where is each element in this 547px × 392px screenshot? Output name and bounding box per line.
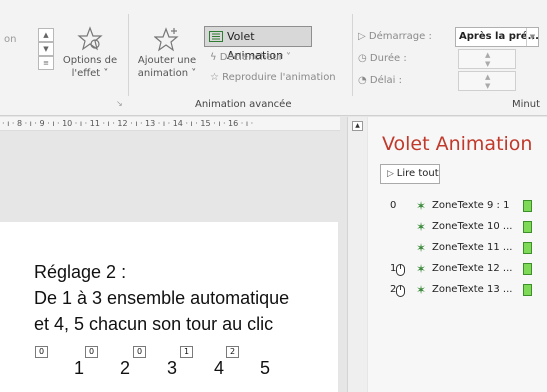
gallery-scroll-down[interactable]: ▼ — [38, 42, 54, 56]
spin-up-icon: ▲ — [485, 73, 491, 81]
start-label: ▷ Démarrage : — [358, 31, 432, 42]
spin-down-icon: ▼ — [485, 82, 491, 90]
slide-text-line[interactable]: De 1 à 3 ensemble automatique — [34, 288, 289, 309]
duration-input[interactable]: ▲ ▼ — [458, 49, 516, 69]
effect-options-label2: l'effet ˅ — [71, 68, 109, 79]
advanced-animation-group-label: Animation avancée — [195, 99, 292, 110]
slide-number-text[interactable]: 2 — [120, 358, 130, 379]
entrance-effect-icon: ✶ — [416, 220, 427, 234]
slide-text-line[interactable]: Réglage 2 : — [34, 262, 126, 283]
trigger-label: Déclencheur ˅ — [219, 52, 292, 63]
entrance-effect-icon: ✶ — [416, 199, 427, 213]
animations-ribbon: on ▲ ▼ ≡ Options de l'effet ˅ ↘ Ajouter … — [0, 0, 547, 116]
add-animation-button[interactable]: Ajouter une animation ˅ — [134, 26, 200, 80]
animation-item-label: ZoneTexte 11 ... — [432, 242, 513, 253]
animation-item-label: ZoneTexte 9 : 1 — [432, 200, 510, 211]
animation-index: 0 — [390, 200, 397, 211]
play-all-button[interactable]: ▷ Lire tout — [380, 164, 440, 184]
start-dropdown[interactable]: Après la pré... ▼ — [455, 27, 539, 47]
timeline-bar[interactable] — [523, 284, 532, 296]
animation-list-item[interactable]: ✶ ZoneTexte 10 ... — [368, 218, 547, 238]
slide[interactable]: Réglage 2 : De 1 à 3 ensemble automatiqu… — [0, 222, 338, 392]
slide-number-text[interactable]: 4 — [214, 358, 224, 379]
gallery-cut-label: on — [4, 34, 17, 45]
spin-up-icon: ▲ — [485, 51, 491, 59]
gallery-more[interactable]: ≡ — [38, 56, 54, 70]
animation-order-tag[interactable]: 2 — [226, 346, 239, 358]
animation-order-tag[interactable]: 1 — [180, 346, 193, 358]
animation-list-item[interactable]: ✶ ZoneTexte 11 ... — [368, 239, 547, 259]
slide-text-line[interactable]: et 4, 5 chacun son tour au clic — [34, 314, 273, 335]
mouse-click-icon — [396, 285, 405, 297]
animation-order-tag[interactable]: 0 — [85, 346, 98, 358]
ribbon-separator — [128, 14, 129, 96]
effect-gallery-cut[interactable]: on — [4, 34, 16, 45]
start-label-text: Démarrage : — [368, 31, 432, 42]
pane-title: Volet Animation — [382, 133, 533, 155]
animation-item-label: ZoneTexte 10 ... — [432, 221, 513, 232]
animation-item-label: ZoneTexte 12 ... — [432, 263, 513, 274]
add-animation-label1: Ajouter une — [137, 55, 197, 66]
spin-down-icon: ▼ — [485, 60, 491, 68]
animation-list-item[interactable]: 2 ✶ ZoneTexte 13 ... — [368, 281, 547, 301]
timing-group-label: Minut — [512, 99, 541, 110]
animation-order-tag[interactable]: 0 — [133, 346, 146, 358]
horizontal-ruler: · ı · 8 · ı · 9 · ı · 10 · ı · 11 · ı · … — [0, 117, 340, 131]
slide-canvas: Réglage 2 : De 1 à 3 ensemble automatiqu… — [0, 132, 347, 392]
animation-pane: Volet Animation ▷ Lire tout 0 ✶ ZoneText… — [368, 117, 547, 392]
play-icon: ▷ — [387, 169, 397, 179]
mouse-click-icon — [396, 264, 405, 276]
effect-options-button[interactable]: Options de l'effet ˅ — [60, 26, 120, 80]
entrance-effect-icon: ✶ — [416, 283, 427, 297]
chevron-down-icon: ▼ — [526, 28, 538, 46]
animation-painter-label: Reproduire l'animation — [222, 72, 336, 83]
animation-pane-button[interactable]: Volet Animation — [204, 26, 312, 62]
delay-label-text: Délai : — [369, 75, 402, 86]
animation-item-label: ZoneTexte 13 ... — [432, 284, 513, 295]
delay-icon: ◔ — [358, 75, 370, 86]
effect-options-icon — [77, 26, 103, 51]
animation-painter-icon: ☆ — [210, 72, 223, 83]
timeline-bar[interactable] — [523, 242, 532, 254]
entrance-effect-icon: ✶ — [416, 262, 427, 276]
timeline-bar[interactable] — [523, 221, 532, 233]
trigger-button[interactable]: ϟ Déclencheur ˅ — [210, 52, 291, 63]
vertical-scrollbar[interactable]: ▲ — [347, 117, 367, 392]
duration-label: ◷ Durée : — [358, 53, 407, 64]
slide-number-text[interactable]: 5 — [260, 358, 270, 379]
timeline-bar[interactable] — [523, 263, 532, 275]
timeline-bar[interactable] — [523, 200, 532, 212]
animation-list-item[interactable]: 0 ✶ ZoneTexte 9 : 1 — [368, 197, 547, 217]
delay-input[interactable]: ▲ ▼ — [458, 71, 516, 91]
duration-label-text: Durée : — [369, 53, 407, 64]
trigger-icon: ϟ — [210, 52, 220, 63]
entrance-effect-icon: ✶ — [416, 241, 427, 255]
animation-list-item[interactable]: 1 ✶ ZoneTexte 12 ... — [368, 260, 547, 280]
dialog-launcher-icon[interactable]: ↘ — [116, 99, 123, 108]
clock-icon: ◷ — [358, 53, 370, 64]
animation-pane-icon — [209, 31, 223, 42]
delay-label: ◔ Délai : — [358, 75, 402, 86]
animation-order-tag[interactable]: 0 — [35, 346, 48, 358]
slide-number-text[interactable]: 1 — [74, 358, 84, 379]
animation-painter-button[interactable]: ☆ Reproduire l'animation — [210, 72, 336, 83]
ribbon-separator — [352, 14, 353, 96]
effect-options-label1: Options de — [62, 55, 118, 66]
scroll-up-icon[interactable]: ▲ — [352, 121, 363, 131]
add-animation-label2: animation ˅ — [137, 68, 197, 79]
slide-number-text[interactable]: 3 — [167, 358, 177, 379]
add-animation-icon — [154, 27, 179, 52]
play-all-label: Lire tout — [396, 168, 439, 179]
powerpoint-window: on ▲ ▼ ≡ Options de l'effet ˅ ↘ Ajouter … — [0, 0, 547, 392]
start-icon: ▷ — [358, 31, 369, 42]
gallery-scroll-up[interactable]: ▲ — [38, 28, 54, 42]
